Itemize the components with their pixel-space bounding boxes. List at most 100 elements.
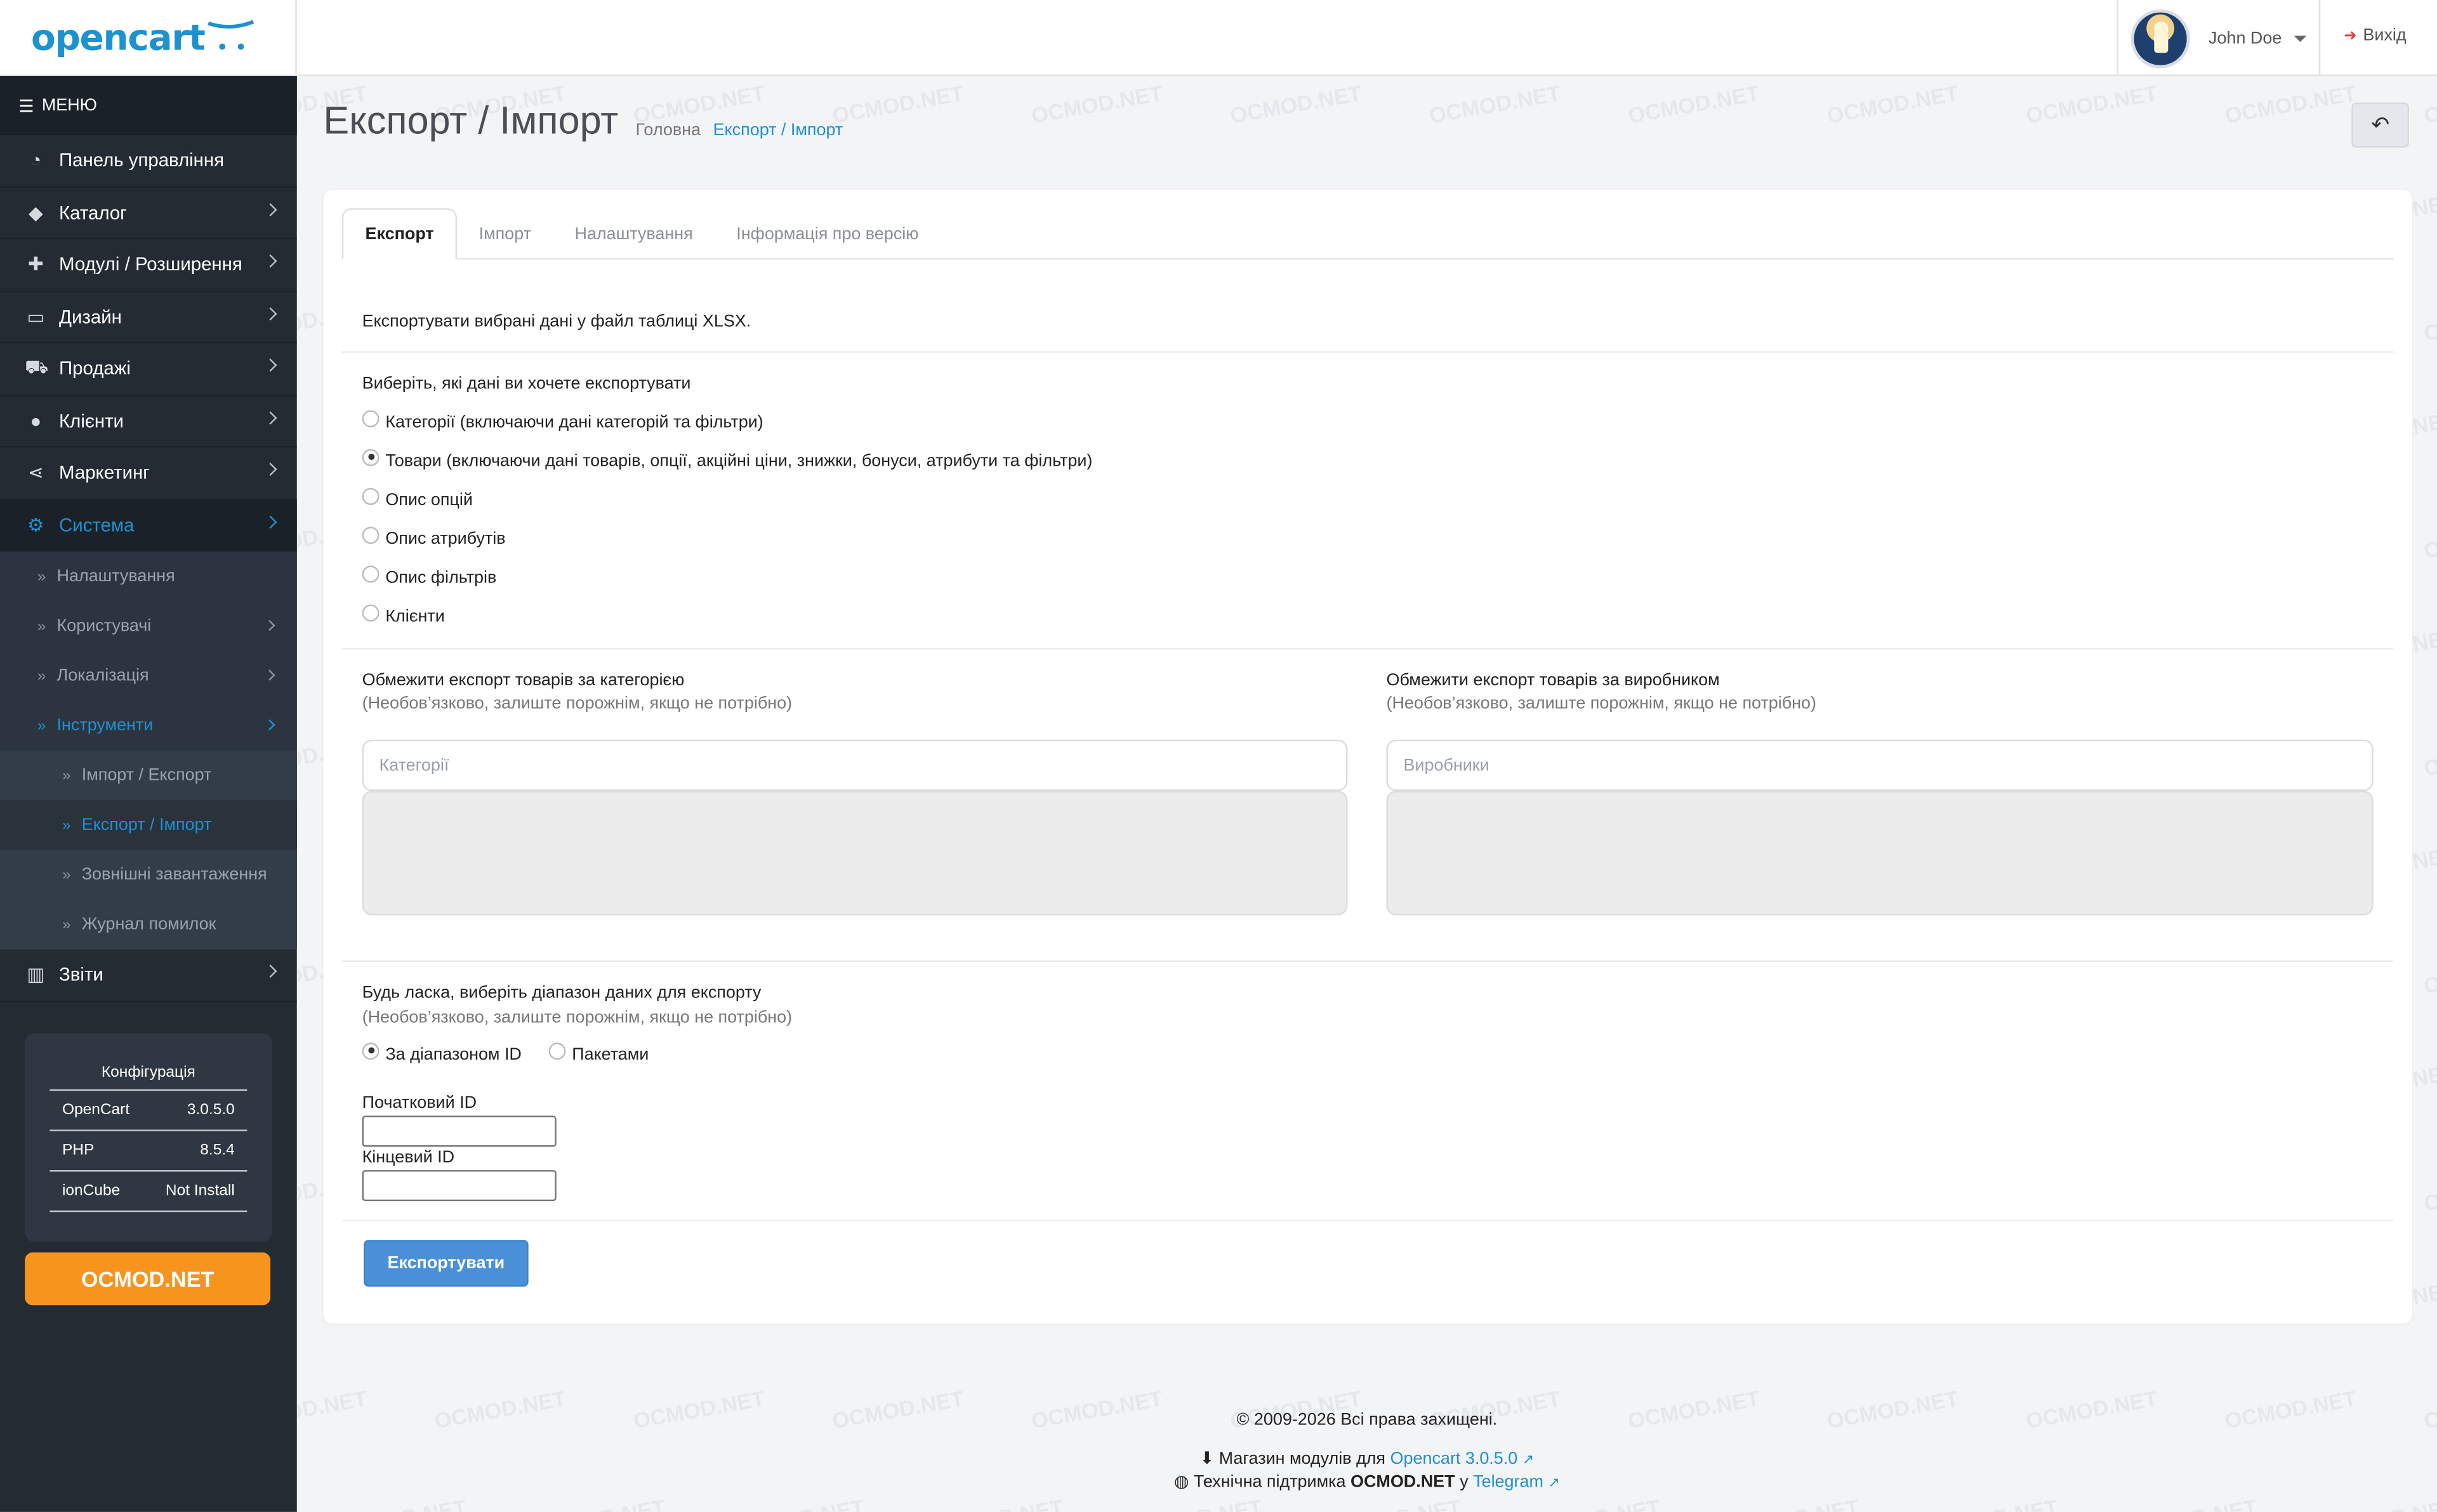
sidebar-item-localisation[interactable]: » Локалізація: [0, 651, 297, 700]
sidebar-item-export-import[interactable]: » Експорт / Імпорт: [0, 800, 297, 850]
sidebar-item-label: Звіти: [59, 963, 103, 986]
opencart-logo[interactable]: opencart: [0, 0, 297, 76]
sidebar-item-extensions[interactable]: ✚ Модулі / Розширення: [0, 239, 297, 292]
watermark-text: OCMOD.NET: [1427, 80, 1562, 128]
config-row: ionCube Not Install: [50, 1172, 248, 1213]
watermark-text: OCMOD.NET: [1129, 1494, 1264, 1512]
tab-export[interactable]: Експорт: [341, 208, 458, 260]
chevron-right-icon: [264, 719, 275, 731]
option-options[interactable]: Опис опцій: [362, 487, 473, 509]
sidebar-item-uploads[interactable]: » Зовнішні завантаження: [0, 850, 297, 900]
divider: [341, 648, 2394, 650]
option-categories[interactable]: Категорії (включаючи дані категорій та ф…: [362, 409, 763, 432]
telegram-link[interactable]: Telegram: [1473, 1473, 1543, 1492]
download-icon: ⬇: [1199, 1449, 1215, 1469]
gear-icon: ⚙: [27, 514, 44, 536]
double-chevron-icon: »: [62, 766, 71, 784]
breadcrumb-home[interactable]: Головна: [636, 121, 701, 140]
option-filters[interactable]: Опис фільтрів: [362, 565, 496, 588]
radio-range-id[interactable]: [362, 1042, 380, 1059]
radio-attributes[interactable]: [362, 525, 380, 543]
export-button[interactable]: Експортувати: [364, 1240, 529, 1287]
sidebar-item-catalog[interactable]: ◆ Каталог: [0, 187, 297, 240]
tab-version-info[interactable]: Інформація про версію: [715, 208, 941, 260]
sidebar-item-customers[interactable]: ● Клієнти: [0, 395, 297, 448]
chevron-right-icon: [263, 964, 277, 978]
config-row: PHP 8.5.4: [50, 1131, 248, 1172]
export-panel: Експорт Імпорт Налаштування Інформація п…: [323, 189, 2412, 1324]
sidebar-item-system[interactable]: ⚙ Система: [0, 499, 297, 552]
cart-icon: ⛟: [25, 356, 49, 378]
radio-products[interactable]: [362, 448, 380, 466]
sidebar-item-settings[interactable]: » Налаштування: [0, 551, 297, 601]
chevron-right-icon: [263, 306, 277, 320]
footer-support: ◍ Технічна підтримка OCMOD.NET у Telegra…: [297, 1471, 2437, 1492]
sidebar-item-reports[interactable]: ▥ Звіти: [0, 949, 297, 1002]
sidebar-item-dashboard[interactable]: ◔ Панель управління: [0, 135, 297, 188]
sidebar-item-label: Маркетинг: [59, 461, 150, 484]
option-products[interactable]: Товари (включаючи дані товарів, опції, а…: [362, 448, 1093, 471]
start-id-label: Початковий ID: [362, 1094, 477, 1113]
option-batches[interactable]: Пакетами: [548, 1042, 649, 1065]
logout-label: Вихід: [2363, 26, 2407, 46]
manufacturer-input[interactable]: [1386, 739, 2374, 791]
double-chevron-icon: »: [62, 916, 71, 933]
watermark-text: OCMOD.NET: [2422, 298, 2437, 346]
option-customers[interactable]: Клієнти: [362, 603, 445, 626]
radio-batches[interactable]: [548, 1042, 566, 1059]
tab-settings[interactable]: Налаштування: [553, 208, 715, 260]
header-divider: [295, 0, 297, 77]
system-submenu: » Налаштування » Користувачі » Локалізац…: [0, 551, 297, 950]
sidebar-item-label: Продажі: [59, 357, 131, 380]
user-name: John Doe: [2209, 29, 2282, 48]
watermark-text: OCMOD.NET: [1925, 1494, 2060, 1512]
sidebar-item-marketing[interactable]: ⋖ Маркетинг: [0, 447, 297, 500]
watermark-text: OCMOD.NET: [1626, 80, 1762, 128]
sidebar-item-sales[interactable]: ⛟ Продажі: [0, 343, 297, 396]
sidebar-item-label: Зовнішні завантаження: [81, 865, 267, 884]
radio-categories[interactable]: [362, 409, 380, 427]
watermark-text: OCMOD.NET: [2422, 80, 2437, 128]
menu-toggle[interactable]: ☰ МЕНЮ: [0, 76, 297, 136]
end-id-label: Кінцевий ID: [362, 1148, 455, 1167]
radio-filters[interactable]: [362, 565, 380, 582]
tab-import[interactable]: Імпорт: [457, 208, 553, 260]
share-icon: ⋖: [28, 461, 44, 484]
radio-customers[interactable]: [362, 603, 380, 621]
sidebar-item-label: Імпорт / Експорт: [81, 766, 212, 785]
tab-bar: Експорт Імпорт Налаштування Інформація п…: [341, 208, 2394, 260]
opencart-link[interactable]: Opencart 3.0.5.0: [1390, 1450, 1518, 1468]
external-link-icon: ↗: [1522, 1451, 1535, 1467]
watermark-text: OCMOD.NET: [2123, 1494, 2259, 1512]
sidebar-item-design[interactable]: ▭ Дизайн: [0, 291, 297, 344]
ocmod-promo-button[interactable]: OCMOD.NET: [25, 1252, 271, 1306]
option-label: Пакетами: [572, 1046, 649, 1065]
logout-link[interactable]: ➜ Вихід: [2344, 27, 2407, 45]
option-attributes[interactable]: Опис атрибутів: [362, 525, 506, 549]
manufacturer-list[interactable]: [1386, 791, 2374, 916]
sidebar-item-users[interactable]: » Користувачі: [0, 602, 297, 651]
category-list[interactable]: [362, 791, 1348, 916]
sidebar-item-tools[interactable]: » Інструменти: [0, 700, 297, 750]
option-range-id[interactable]: За діапазоном ID: [362, 1042, 522, 1065]
user-menu[interactable]: John Doe: [2117, 0, 2321, 77]
end-id-input[interactable]: [362, 1170, 557, 1202]
option-label: Клієнти: [385, 607, 445, 626]
sidebar-item-import-export[interactable]: » Імпорт / Експорт: [0, 751, 297, 800]
export-intro: Експортувати вибрані дані у файл таблиці…: [362, 312, 751, 331]
menu-label: МЕНЮ: [41, 96, 97, 115]
sidebar-item-error-log[interactable]: » Журнал помилок: [0, 900, 297, 949]
breadcrumb-current[interactable]: Експорт / Імпорт: [713, 121, 843, 140]
option-label: Опис атрибутів: [385, 530, 506, 549]
config-title: Конфігурація: [50, 1065, 248, 1091]
watermark-text: OCMOD.NET: [333, 1494, 468, 1512]
start-id-input[interactable]: [362, 1115, 557, 1147]
hamburger-icon: ☰: [18, 97, 34, 116]
back-button[interactable]: ↶: [2351, 102, 2409, 148]
config-key: ionCube: [62, 1182, 121, 1200]
category-input[interactable]: [362, 739, 1348, 791]
range-label: Будь ласка, виберіть діапазон даних для …: [362, 983, 762, 1003]
watermark-text: OCMOD.NET: [930, 1494, 1065, 1512]
radio-options[interactable]: [362, 487, 380, 504]
cart-logo-icon: [208, 20, 254, 50]
